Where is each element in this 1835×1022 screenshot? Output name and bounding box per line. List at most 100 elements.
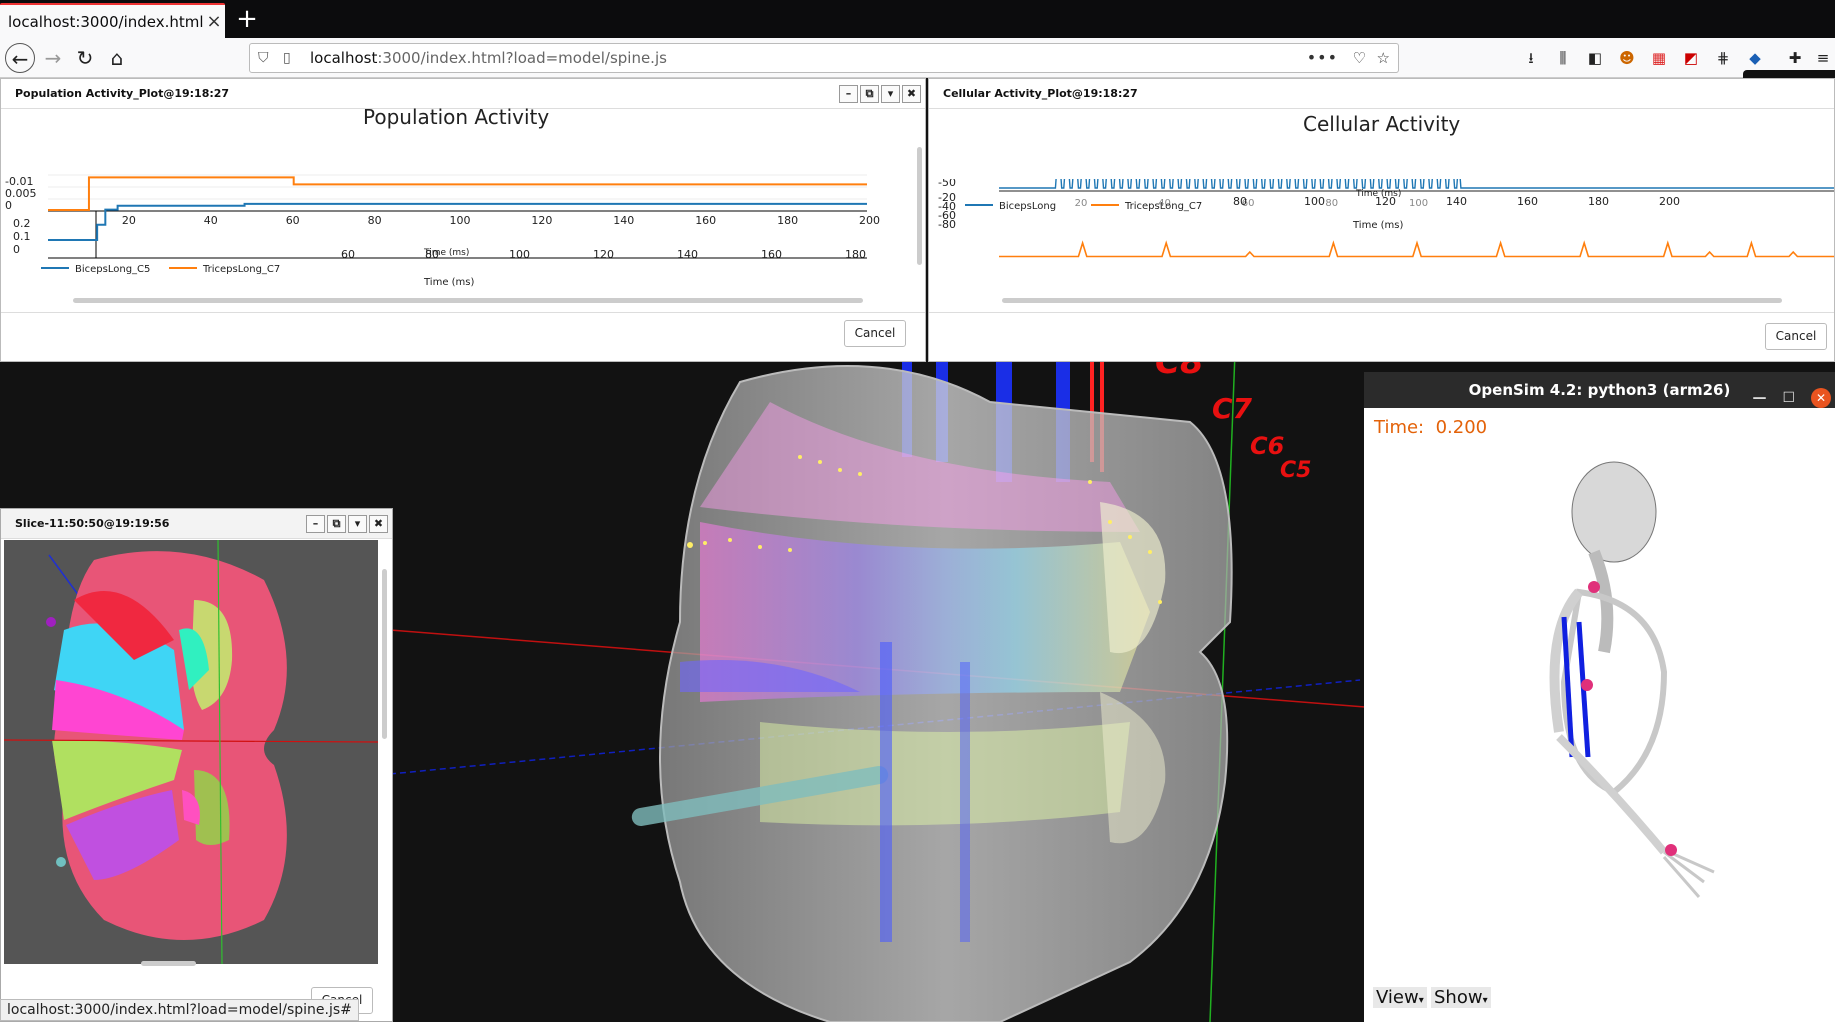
cellular-plot-window-title: Cellular Activity_Plot@19:18:27 bbox=[943, 87, 1138, 100]
slice-window-header[interactable]: Slice-11:50:50@19:19:56 – ⧉ ▾ ✖ bbox=[1, 509, 392, 539]
x-tick-label: 120 bbox=[593, 248, 614, 261]
x-tick-label: 100 bbox=[509, 248, 530, 261]
cellular-chart-title: Cellular Activity bbox=[1303, 112, 1461, 136]
spine bbox=[1588, 549, 1614, 654]
y-tick-label: 0.1 bbox=[13, 230, 31, 243]
legend-label: TricepsLong_C7 bbox=[1124, 201, 1202, 212]
opensim-title: OpenSim 4.2: python3 (arm26) bbox=[1468, 381, 1731, 399]
x-tick-label: 80 bbox=[368, 214, 382, 227]
show-menu-label: Show bbox=[1434, 987, 1483, 1008]
collapse-icon[interactable]: ▾ bbox=[348, 515, 367, 533]
close-icon[interactable]: ✖ bbox=[369, 515, 388, 533]
cellular-horizontal-scrollbar[interactable] bbox=[1002, 298, 1782, 303]
marker bbox=[1581, 679, 1593, 691]
sidebar-icon[interactable]: ◧ bbox=[1584, 47, 1606, 69]
tab-bar: localhost:3000/index.html?l × + bbox=[0, 0, 1835, 38]
library-icon[interactable]: ⫼ bbox=[1552, 47, 1574, 69]
cellular-cancel-button[interactable]: Cancel bbox=[1765, 323, 1827, 350]
simulation-time: Time: 0.200 bbox=[1374, 417, 1487, 438]
marker bbox=[1665, 844, 1677, 856]
slice-canvas[interactable] bbox=[4, 540, 378, 964]
divider bbox=[929, 312, 1834, 313]
x-axis-label: Time (ms) bbox=[423, 248, 469, 258]
segment-label-c6: C6 bbox=[1250, 432, 1285, 460]
maximize-icon[interactable]: ☐ bbox=[1782, 380, 1795, 416]
pocket-icon[interactable]: ♡ bbox=[1353, 44, 1366, 72]
x-tick-label: 100 bbox=[450, 214, 471, 227]
x-tick-label: 180 bbox=[1588, 195, 1609, 208]
page-info-icon[interactable]: ▯ bbox=[283, 44, 301, 72]
x-tick-label: 40 bbox=[204, 214, 218, 227]
slice-horizontal-scrollbar[interactable] bbox=[141, 961, 196, 966]
url-bar[interactable]: ⛉ ▯ localhost:3000/index.html?load=model… bbox=[249, 43, 1399, 73]
extension-red-icon[interactable]: ▦ bbox=[1648, 47, 1670, 69]
opensim-titlebar[interactable]: OpenSim 4.2: python3 (arm26) — ☐ ✕ bbox=[1364, 372, 1835, 408]
arm-skeleton-model[interactable] bbox=[1364, 452, 1835, 972]
new-tab-button[interactable]: + bbox=[232, 4, 262, 34]
legend-label: TricepsLong_C7 bbox=[202, 264, 280, 275]
x-axis-label: Time (ms) bbox=[1352, 220, 1404, 231]
popout-icon[interactable]: ⧉ bbox=[860, 85, 879, 103]
x-tick-label: 180 bbox=[777, 214, 798, 227]
close-icon[interactable]: ✖ bbox=[902, 85, 921, 103]
x-tick-label-faded: 100 bbox=[1409, 198, 1428, 209]
minimize-icon[interactable]: — bbox=[1752, 380, 1766, 416]
slice-window: Slice-11:50:50@19:19:56 – ⧉ ▾ ✖ Ca bbox=[0, 508, 393, 1022]
opensim-window: OpenSim 4.2: python3 (arm26) — ☐ ✕ Time:… bbox=[1364, 372, 1835, 1022]
cellular-plot-header[interactable]: Cellular Activity_Plot@19:18:27 bbox=[929, 79, 1834, 109]
view-menu[interactable]: View▾ bbox=[1373, 987, 1427, 1008]
popout-icon[interactable]: ⧉ bbox=[327, 515, 346, 533]
tab-active[interactable]: localhost:3000/index.html?l × bbox=[0, 3, 225, 38]
chevron-down-icon: ▾ bbox=[1482, 995, 1488, 1006]
url-path: :3000/index.html?load=model/spine.js bbox=[377, 49, 667, 67]
x-tick-label-faded: 80 bbox=[1325, 198, 1338, 209]
collapse-icon[interactable]: ▾ bbox=[881, 85, 900, 103]
window-controls: – ⧉ ▾ ✖ bbox=[839, 85, 921, 103]
pdf-extension-icon[interactable]: ◩ bbox=[1680, 47, 1702, 69]
population-vertical-scrollbar[interactable] bbox=[917, 147, 922, 265]
shield-icon[interactable]: ⛉ bbox=[258, 44, 276, 72]
segment-label-c5: C5 bbox=[1280, 458, 1312, 483]
downloads-icon[interactable]: ⭳ bbox=[1520, 47, 1542, 69]
home-icon[interactable]: ⌂ bbox=[102, 43, 132, 73]
tab-title: localhost:3000/index.html?l bbox=[8, 12, 203, 31]
slice-vertical-scrollbar[interactable] bbox=[382, 569, 387, 739]
x-tick-label: 20 bbox=[122, 214, 136, 227]
show-menu[interactable]: Show▾ bbox=[1431, 987, 1491, 1008]
hamburger-menu-icon[interactable]: ≡ bbox=[1812, 47, 1834, 69]
x-tick-label: 140 bbox=[677, 248, 698, 261]
x-tick-label: 160 bbox=[1517, 195, 1538, 208]
fiber-bundle bbox=[760, 722, 1130, 826]
hand bbox=[1662, 850, 1715, 898]
population-plot-window: Population Activity_Plot@19:18:27 – ⧉ ▾ … bbox=[0, 78, 926, 362]
tab-close-icon[interactable]: × bbox=[203, 11, 225, 32]
minimize-icon[interactable]: – bbox=[306, 515, 325, 533]
time-label: Time: bbox=[1374, 417, 1425, 438]
page-actions-icon[interactable]: ••• bbox=[1307, 44, 1338, 72]
chevron-down-icon: ▾ bbox=[1418, 995, 1424, 1006]
minimize-icon[interactable]: – bbox=[839, 85, 858, 103]
reload-icon[interactable]: ↻ bbox=[70, 43, 100, 73]
motor-axon bbox=[960, 662, 970, 942]
forward-icon[interactable]: → bbox=[38, 43, 68, 73]
extension-blue-icon[interactable]: ◆ bbox=[1744, 47, 1766, 69]
cord-cross-section bbox=[4, 540, 378, 964]
slice-window-title: Slice-11:50:50@19:19:56 bbox=[15, 517, 170, 530]
population-chart: -0.010.00500.20.1020 40 60 80 100 120 140 160 18… bbox=[5, 174, 880, 288]
marker bbox=[46, 617, 56, 627]
y-tick-label: 0.2 bbox=[13, 217, 31, 230]
close-icon[interactable]: ✕ bbox=[1811, 388, 1831, 408]
population-horizontal-scrollbar[interactable] bbox=[73, 298, 863, 303]
marker bbox=[1588, 581, 1600, 593]
bookmark-star-icon[interactable]: ☆ bbox=[1377, 44, 1390, 72]
x-tick-label: 200 bbox=[1659, 195, 1680, 208]
series-line-TricepsLong_C7 bbox=[999, 240, 1834, 258]
population-cancel-button[interactable]: Cancel bbox=[844, 320, 906, 347]
extensions-puzzle-icon[interactable]: ✚ bbox=[1784, 47, 1806, 69]
extension-grid-icon[interactable]: ⋕ bbox=[1712, 47, 1734, 69]
motor-axon bbox=[880, 642, 892, 942]
back-icon[interactable]: ← bbox=[5, 43, 35, 73]
x-tick-label-faded: 20 bbox=[1075, 198, 1088, 209]
avatar-extension-icon[interactable]: ☻ bbox=[1616, 47, 1638, 69]
navigation-bar: ← → ↻ ⌂ ⛉ ▯ localhost:3000/index.html?lo… bbox=[0, 38, 1835, 78]
